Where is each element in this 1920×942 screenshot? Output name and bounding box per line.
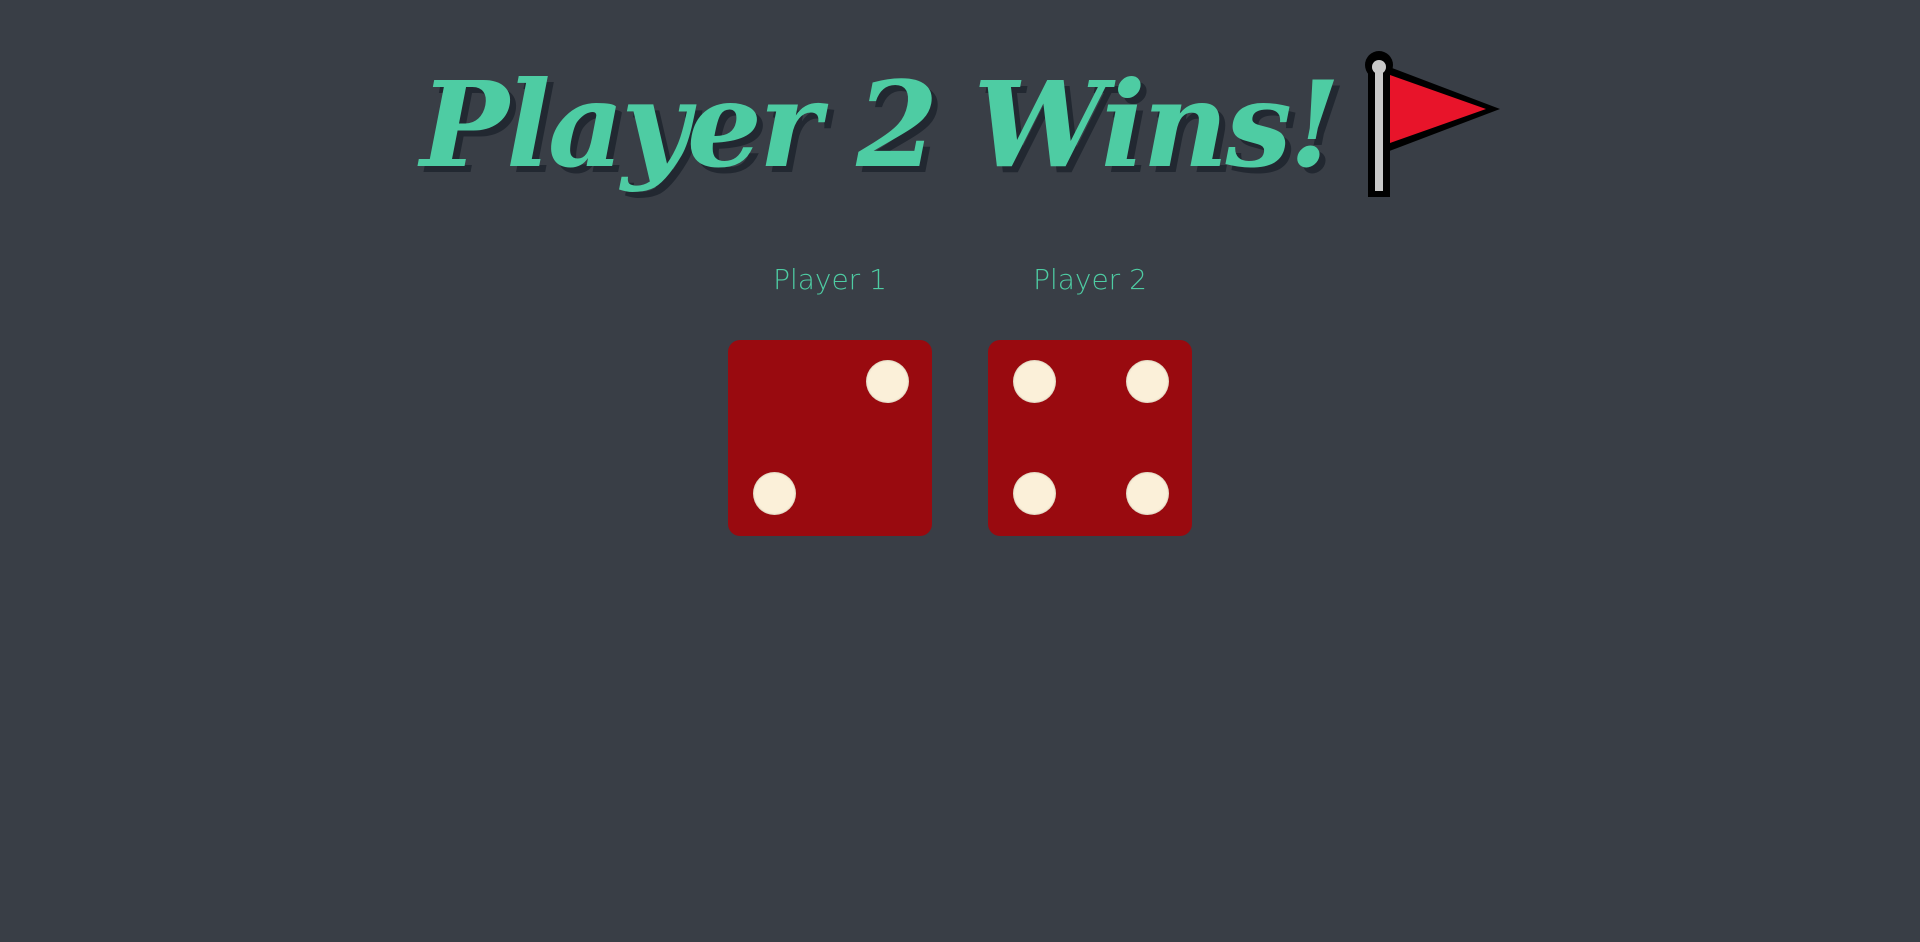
result-heading: Player 2 Wins! — [420, 51, 1500, 199]
red-flag-icon — [1364, 51, 1500, 197]
die-pip — [1126, 360, 1169, 403]
winner-title: Player 2 Wins! — [420, 55, 1340, 194]
player-1-die — [728, 340, 932, 536]
player-2-label: Player 2 — [1033, 263, 1147, 296]
die-pip — [753, 472, 796, 515]
players-area: Player 1 Player 2 — [0, 260, 1920, 536]
die-pip — [1013, 360, 1056, 403]
title-container: Player 2 Wins! — [0, 40, 1920, 210]
die-pip — [866, 360, 909, 403]
player-2-die — [988, 340, 1192, 536]
player-1-panel: Player 1 — [728, 260, 932, 536]
die-pip — [1126, 472, 1169, 515]
player-1-label: Player 1 — [773, 263, 887, 296]
die-pip — [1013, 472, 1056, 515]
player-2-panel: Player 2 — [988, 260, 1192, 536]
